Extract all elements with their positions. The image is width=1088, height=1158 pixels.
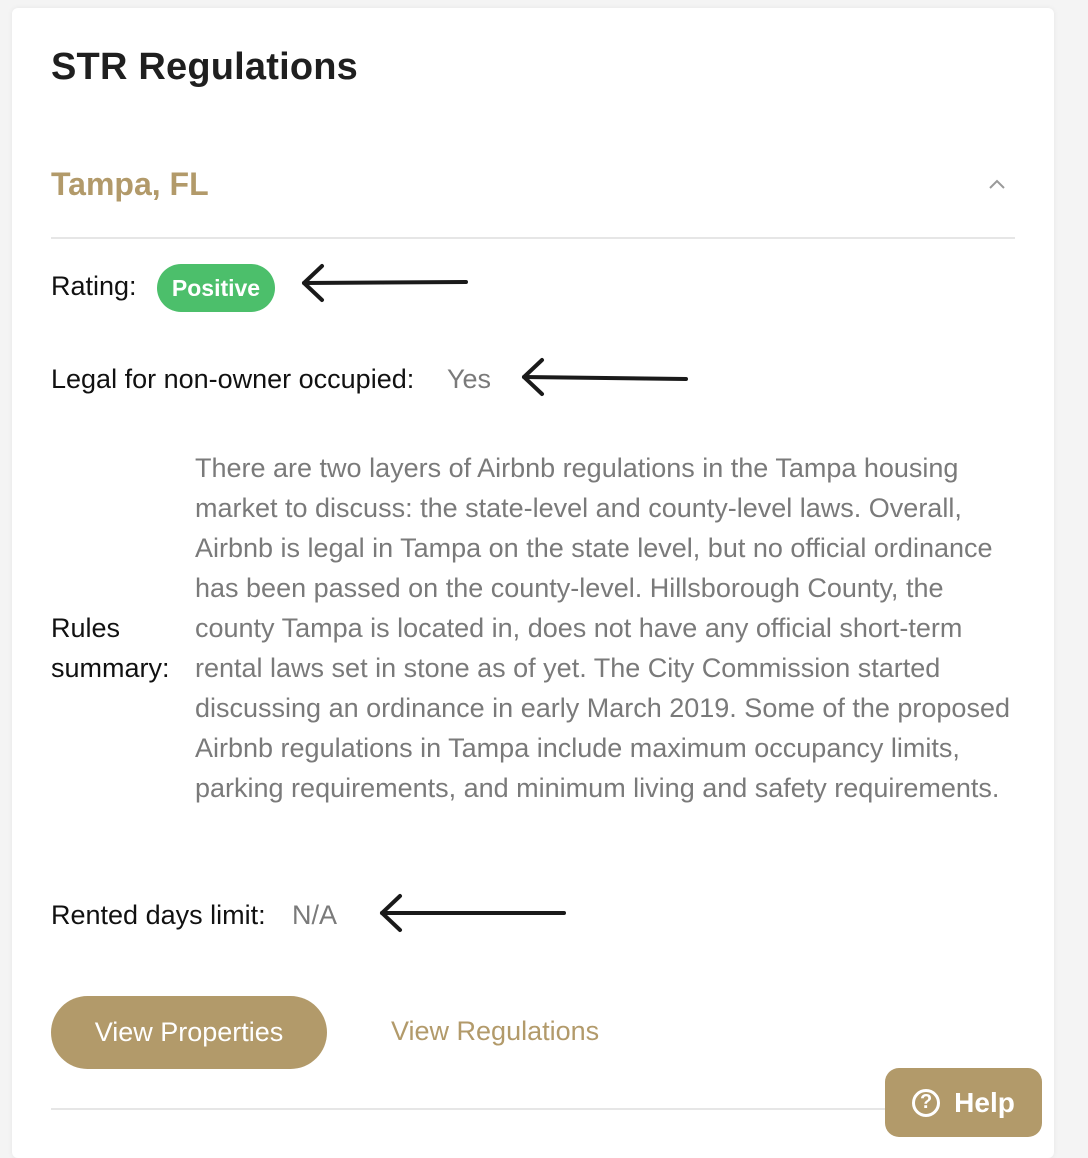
city-accordion-header[interactable]: Tampa, FL (51, 166, 209, 203)
view-properties-button[interactable]: View Properties (51, 996, 327, 1069)
panel-title: STR Regulations (51, 46, 359, 88)
header-divider (51, 237, 1015, 239)
rules-summary-text: There are two layers of Airbnb regulatio… (195, 453, 1010, 803)
view-regulations-link[interactable]: View Regulations (391, 1016, 599, 1047)
help-button[interactable]: ? Help (885, 1068, 1042, 1137)
question-circle-icon: ? (912, 1088, 941, 1117)
legal-value: Yes (447, 364, 492, 394)
footer-divider (51, 1108, 951, 1110)
chevron-up-icon[interactable] (988, 178, 1006, 190)
annotation-arrow-icon (302, 264, 468, 302)
rules-summary-label: Rules summary: (51, 613, 170, 683)
legal-label: Legal for non-owner occupied: (51, 364, 415, 394)
annotation-arrow-icon (380, 894, 566, 932)
rating-badge: Positive (157, 264, 275, 312)
annotation-arrow-icon (522, 358, 688, 396)
rented-days-value: N/A (292, 900, 338, 930)
rating-label: Rating: (51, 271, 137, 301)
help-label: Help (954, 1086, 1015, 1118)
rented-days-label: Rented days limit: (51, 900, 266, 930)
